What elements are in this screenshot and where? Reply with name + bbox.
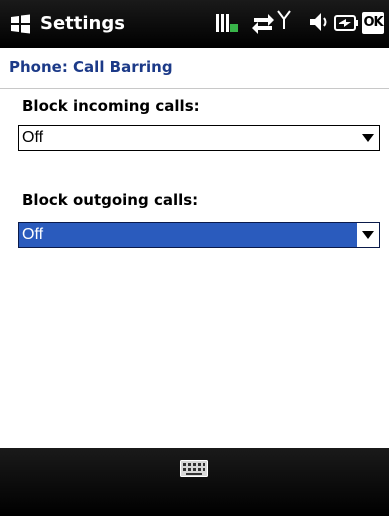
block-incoming-label: Block incoming calls: xyxy=(22,97,200,115)
volume-icon[interactable] xyxy=(308,10,330,34)
soft-key-bar xyxy=(0,448,389,516)
dropdown-arrow-button[interactable] xyxy=(357,223,379,247)
block-incoming-dropdown[interactable]: Off xyxy=(18,125,380,151)
battery-icon[interactable] xyxy=(333,10,359,36)
title-bar: Settings OK xyxy=(0,0,389,48)
dropdown-arrow-button[interactable] xyxy=(357,126,379,150)
block-outgoing-label: Block outgoing calls: xyxy=(22,191,199,209)
keyboard-icon[interactable] xyxy=(180,460,208,477)
block-incoming-value: Off xyxy=(22,129,44,146)
block-outgoing-value: Off xyxy=(22,226,44,243)
windows-start-icon[interactable] xyxy=(8,14,32,34)
connectivity-icon[interactable] xyxy=(251,10,275,36)
ok-button[interactable]: OK xyxy=(362,12,384,34)
page-title: Phone: Call Barring xyxy=(9,58,173,76)
block-outgoing-dropdown[interactable]: Off xyxy=(18,222,380,248)
chevron-down-icon xyxy=(362,134,374,142)
antenna-icon[interactable] xyxy=(277,10,291,30)
page-header: Phone: Call Barring xyxy=(0,48,389,89)
chevron-down-icon xyxy=(362,231,374,239)
signal-battery-icon[interactable] xyxy=(215,10,239,36)
app-title: Settings xyxy=(40,13,125,34)
